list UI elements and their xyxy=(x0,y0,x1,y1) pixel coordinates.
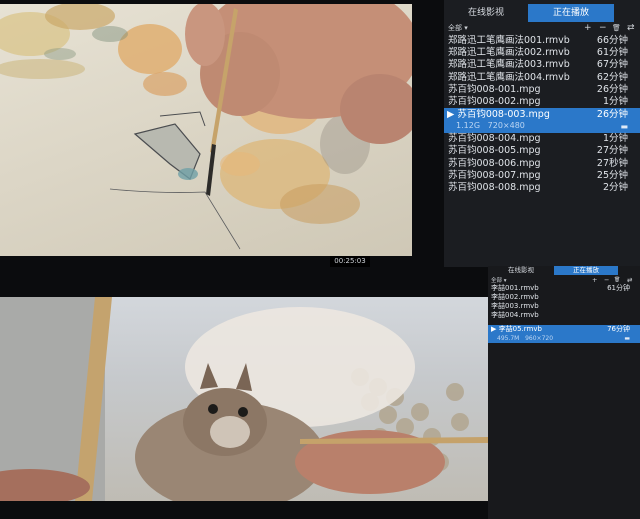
list-item[interactable]: 苏百钧008-007.mpg 25分钟 xyxy=(444,170,640,182)
list-item[interactable]: 郑路迅工笔鹰画法003.rmvb 67分钟 xyxy=(444,59,640,71)
video-frame-top[interactable] xyxy=(0,4,412,256)
folder-icon[interactable]: ▬ xyxy=(620,121,628,133)
add-icon[interactable]: + xyxy=(584,22,592,34)
file-size: 495.7M xyxy=(497,335,520,342)
list-item[interactable]: 李喆002.rmvb xyxy=(488,293,640,302)
list-item[interactable]: 苏百钧008-008.mpg 2分钟 xyxy=(444,182,640,194)
playlist-panel-top: 在线影视 正在播放 全部 ▾ + − 🗑 ⇄ 郑路迅工笔鹰画法001.rmvb 6… xyxy=(444,0,640,267)
list-item[interactable]: 苏百钧008-002.mpg 1分钟 xyxy=(444,96,640,108)
list-item[interactable]: 李喆003.rmvb xyxy=(488,302,640,311)
list-item[interactable]: 李喆001.rmvb 61分钟 xyxy=(488,284,640,293)
tab-now-playing[interactable]: 正在播放 xyxy=(554,266,618,275)
playlist: 李喆001.rmvb 61分钟 李喆002.rmvb 李喆003.rmvb 李喆0… xyxy=(488,284,640,343)
resolution: 960×720 xyxy=(525,335,554,342)
list-item-selected[interactable]: ▶ 李喆05.rmvb 76分钟 495.7M 960×720 ▬ xyxy=(488,325,640,343)
tab-online-video[interactable]: 在线影视 xyxy=(444,4,528,22)
filter-dropdown[interactable]: 全部 ▾ xyxy=(448,23,468,33)
list-item[interactable]: 郑路迅工笔鹰画法002.rmvb 61分钟 xyxy=(444,47,640,59)
filter-dropdown[interactable]: 全部 ▾ xyxy=(491,276,507,284)
trash-icon[interactable]: 🗑 xyxy=(612,22,621,34)
painting-squirrel xyxy=(0,297,488,501)
resolution: 720×480 xyxy=(487,121,525,131)
list-item[interactable]: 苏百钧008-004.mpg 1分钟 xyxy=(444,133,640,145)
playback-time: 00:25:03 xyxy=(330,256,370,267)
playlist-panel-bottom: 在线影视 正在播放 全部 ▾ + − 🗑 ⇄ 李喆001.rmvb 61分钟 李喆… xyxy=(488,266,640,519)
playlist-toolbar: 全部 ▾ + − 🗑 ⇄ xyxy=(444,22,640,35)
file-size: 1.12G xyxy=(456,121,481,131)
play-icon: ▶ xyxy=(447,109,458,121)
video-frame-bottom[interactable] xyxy=(0,297,488,501)
painting-peony-bird xyxy=(0,4,412,250)
list-item[interactable]: 郑路迅工笔鹰画法004.rmvb 62分钟 xyxy=(444,72,640,84)
folder-icon[interactable]: ▬ xyxy=(624,334,630,343)
list-item[interactable]: 苏百钧008-005.mpg 27分钟 xyxy=(444,145,640,157)
playlist: 郑路迅工笔鹰画法001.rmvb 66分钟 郑路迅工笔鹰画法002.rmvb 61分… xyxy=(444,35,640,194)
list-item[interactable]: 李喆004.rmvb xyxy=(488,311,640,320)
minus-icon[interactable]: − xyxy=(599,22,607,34)
play-icon: ▶ xyxy=(491,325,499,333)
list-item[interactable]: 苏百钧008-006.mpg 27秒钟 xyxy=(444,158,640,170)
swap-icon[interactable]: ⇄ xyxy=(627,22,635,34)
list-item[interactable]: 苏百钧008-001.mpg 26分钟 xyxy=(444,84,640,96)
panel-tabs: 在线影视 正在播放 xyxy=(444,4,640,22)
list-item[interactable]: 郑路迅工笔鹰画法001.rmvb 66分钟 xyxy=(444,35,640,47)
tab-now-playing[interactable]: 正在播放 xyxy=(528,4,614,22)
tab-online-video[interactable]: 在线影视 xyxy=(488,266,554,275)
list-item-selected[interactable]: ▶ 苏百钧008-003.mpg 26分钟 1.12G 720×480 ▬ xyxy=(444,108,640,134)
